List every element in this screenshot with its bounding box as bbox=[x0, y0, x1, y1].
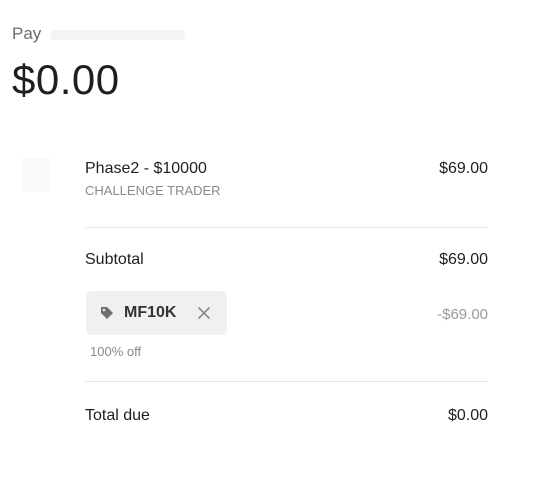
line-item-price: $69.00 bbox=[439, 160, 488, 177]
product-thumbnail bbox=[22, 158, 50, 192]
total-due-label: Total due bbox=[85, 407, 150, 424]
line-item-name: Phase2 - $10000 bbox=[85, 160, 207, 177]
subtotal-label: Subtotal bbox=[85, 251, 144, 268]
promo-code: MF10K bbox=[124, 304, 177, 321]
divider bbox=[85, 227, 488, 228]
promo-description: 100% off bbox=[90, 344, 142, 359]
line-item-subtitle: CHALLENGE TRADER bbox=[85, 183, 221, 198]
subtotal-value: $69.00 bbox=[439, 251, 488, 268]
pay-amount: $0.00 bbox=[12, 56, 120, 103]
merchant-name-redacted bbox=[50, 30, 185, 40]
total-due-value: $0.00 bbox=[447, 407, 488, 424]
close-icon[interactable] bbox=[196, 305, 212, 321]
tag-icon bbox=[100, 306, 114, 320]
promo-discount-amount: -$69.00 bbox=[437, 306, 488, 323]
divider bbox=[85, 381, 488, 382]
pay-label: Pay bbox=[12, 24, 42, 43]
promo-code-chip: MF10K bbox=[86, 291, 227, 335]
